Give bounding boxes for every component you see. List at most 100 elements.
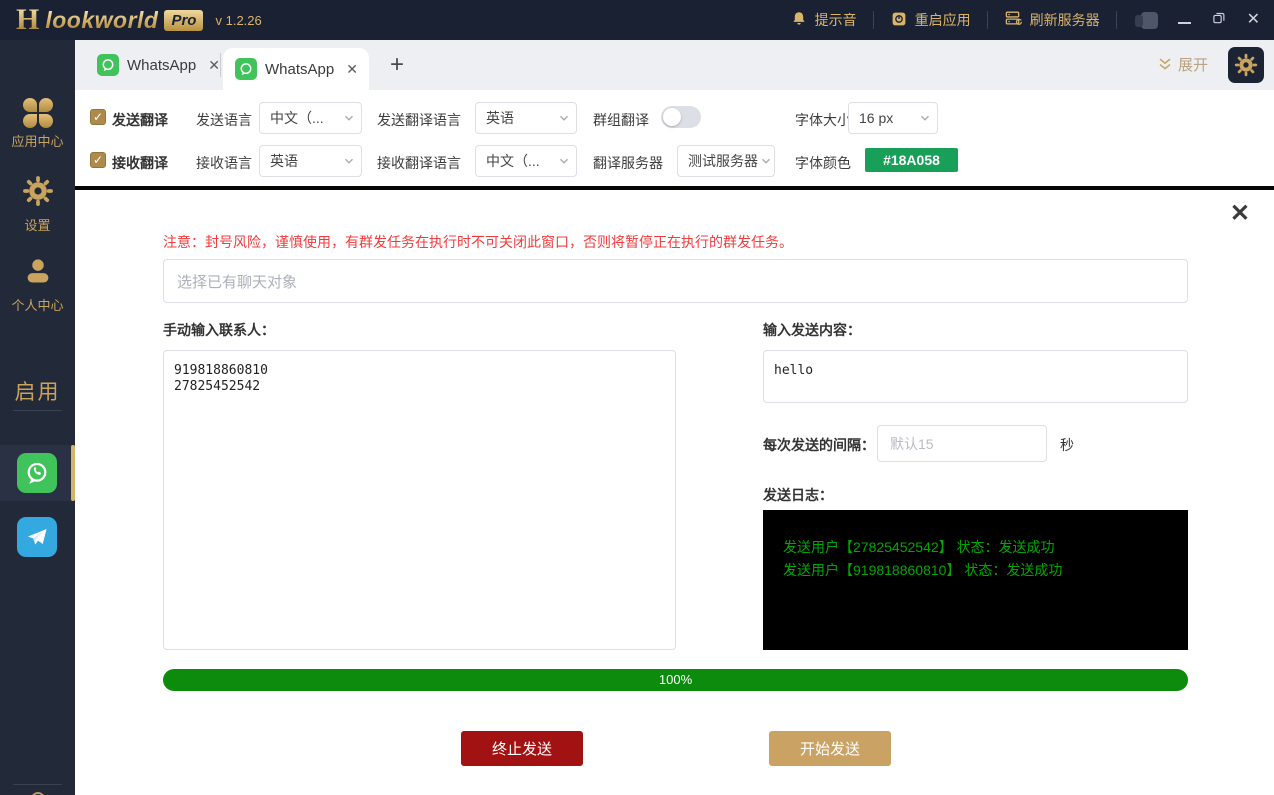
tab-label: WhatsApp [127,57,196,74]
logo-h-icon: H [16,5,39,35]
tab-whatsapp-1[interactable]: WhatsApp ✕ [85,40,232,90]
refresh-server-button[interactable]: 刷新服务器 [1004,9,1100,31]
chat-target-placeholder: 选择已有聊天对象 [177,271,297,292]
font-color-label: 字体颜色 [795,153,851,173]
tab-close-icon[interactable]: ✕ [208,57,220,74]
interval-label: 每次发送的间隔： [763,435,875,455]
restore-icon [1211,10,1227,26]
restore-button[interactable] [1211,10,1227,31]
logo-pro-badge: Pro [164,10,203,31]
telegram-icon [24,524,50,550]
sidebar-item-label: 应用中心 [0,131,75,150]
group-translate-toggle[interactable] [661,106,701,128]
tab-divider [220,53,221,77]
title-bar: H lookworld Pro v 1.2.26 提示音 重启应用 [0,0,1274,40]
chevron-down-icon [558,112,570,124]
double-chevron-down-icon [1156,56,1174,74]
sidebar-item-app-center[interactable]: 应用中心 [0,98,75,150]
recv-lang-label: 接收语言 [196,153,252,173]
sound-alert-label: 提示音 [815,10,857,30]
chevron-down-icon [343,112,355,124]
send-lang-label: 发送语言 [196,110,252,130]
tab-bar: WhatsApp ✕ WhatsApp ✕ + 展开 [75,40,1274,90]
group-translate-label: 群组翻译 [593,110,649,130]
chevron-down-icon [343,155,355,167]
sound-alert-button[interactable]: 提示音 [790,10,857,31]
font-size-select[interactable]: 16 px [848,102,938,134]
sidebar-item-label: 个人中心 [0,295,75,314]
contacts-label: 手动输入联系人： [163,320,275,340]
restart-app-button[interactable]: 重启应用 [890,10,971,31]
app-version: v 1.2.26 [215,13,261,28]
translate-server-label: 翻译服务器 [593,153,663,173]
content-textarea[interactable]: hello [763,350,1188,403]
add-tab-button[interactable]: + [390,51,404,79]
app-logo: H lookworld Pro v 1.2.26 [0,5,262,35]
enable-label: 启用 [0,376,75,406]
window-close-button[interactable]: ✕ [1247,12,1260,28]
send-log-box: 发送用户【27825452542】 状态：发送成功 发送用户【919818860… [763,510,1188,650]
contacts-textarea[interactable]: 919818860810 27825452542 [163,350,676,650]
log-label: 发送日志： [763,485,833,505]
sidebar-item-profile[interactable]: 个人中心 [0,255,75,314]
headset-icon [26,788,50,795]
tab-whatsapp-2[interactable]: WhatsApp ✕ [223,48,369,90]
sidebar-divider [13,784,62,785]
tab-close-icon[interactable]: ✕ [346,61,358,78]
gear-icon [22,175,54,207]
sidebar-item-telegram[interactable] [17,517,57,557]
sidebar-item-label: 设置 [0,215,75,234]
restart-app-label: 重启应用 [915,10,971,30]
app-center-icon [23,98,53,128]
sidebar-item-settings[interactable]: 设置 [0,175,75,234]
translate-server-select[interactable]: 测试服务器 [677,145,775,177]
interval-unit: 秒 [1060,435,1074,455]
log-line: 发送用户【919818860810】 状态：发送成功 [783,559,1188,582]
log-line: 发送用户【27825452542】 状态：发送成功 [783,536,1188,559]
recv-lang-select[interactable]: 英语 [259,145,362,177]
send-trans-lang-select[interactable]: 英语 [475,102,577,134]
chevron-down-icon [558,155,570,167]
gear-icon [1234,53,1258,77]
recv-translate-label: 接收翻译 [112,153,168,173]
progress-bar: 100% [163,669,1188,691]
settings-gear-button[interactable] [1228,47,1264,83]
refresh-server-label: 刷新服务器 [1030,10,1100,30]
send-lang-select[interactable]: 中文（... [259,102,362,134]
sidebar-item-whatsapp[interactable] [0,445,75,501]
bell-icon [790,10,808,31]
restart-app-icon [890,10,908,31]
tab-label: WhatsApp [265,61,334,78]
send-translate-label: 发送翻译 [112,110,168,130]
sidebar-divider [13,410,62,411]
translation-settings-panel: ✓ 发送翻译 发送语言 中文（... 发送翻译语言 英语 群组翻译 字体大小 1… [75,90,1274,186]
titlebar-divider [1116,11,1117,29]
tray-icon [1141,12,1158,29]
font-color-swatch[interactable]: #18A058 [865,148,958,172]
start-send-button[interactable]: 开始发送 [769,731,891,766]
recv-trans-lang-select[interactable]: 中文（... [475,145,577,177]
send-translate-checkbox[interactable]: ✓ [90,109,106,125]
panel-close-icon[interactable]: ✕ [1230,202,1250,226]
send-trans-lang-label: 发送翻译语言 [377,110,461,130]
server-refresh-icon [1004,9,1023,31]
whatsapp-tab-icon [97,54,119,76]
interval-input[interactable] [877,425,1047,462]
titlebar-divider [873,11,874,29]
font-size-label: 字体大小 [795,110,851,130]
content-label: 输入发送内容： [763,320,861,340]
expand-label: 展开 [1178,54,1208,75]
bulk-send-panel: ✕ 注意：封号风险，谨慎使用，有群发任务在执行时不可关闭此窗口，否则将暂停正在执… [75,190,1274,795]
titlebar-divider [987,11,988,29]
expand-button[interactable]: 展开 [1156,54,1208,75]
app-window: H lookworld Pro v 1.2.26 提示音 重启应用 [0,0,1274,795]
minimize-button[interactable] [1178,11,1191,29]
whatsapp-tab-icon [235,58,257,80]
sidebar-item-support[interactable]: 客服 [0,788,75,795]
chat-target-select[interactable]: 选择已有聊天对象 [163,259,1188,303]
stop-send-button[interactable]: 终止发送 [461,731,583,766]
minimize-icon [1178,22,1191,24]
recv-translate-checkbox[interactable]: ✓ [90,152,106,168]
sidebar: 应用中心 [0,40,75,795]
chevron-down-icon [760,155,772,167]
